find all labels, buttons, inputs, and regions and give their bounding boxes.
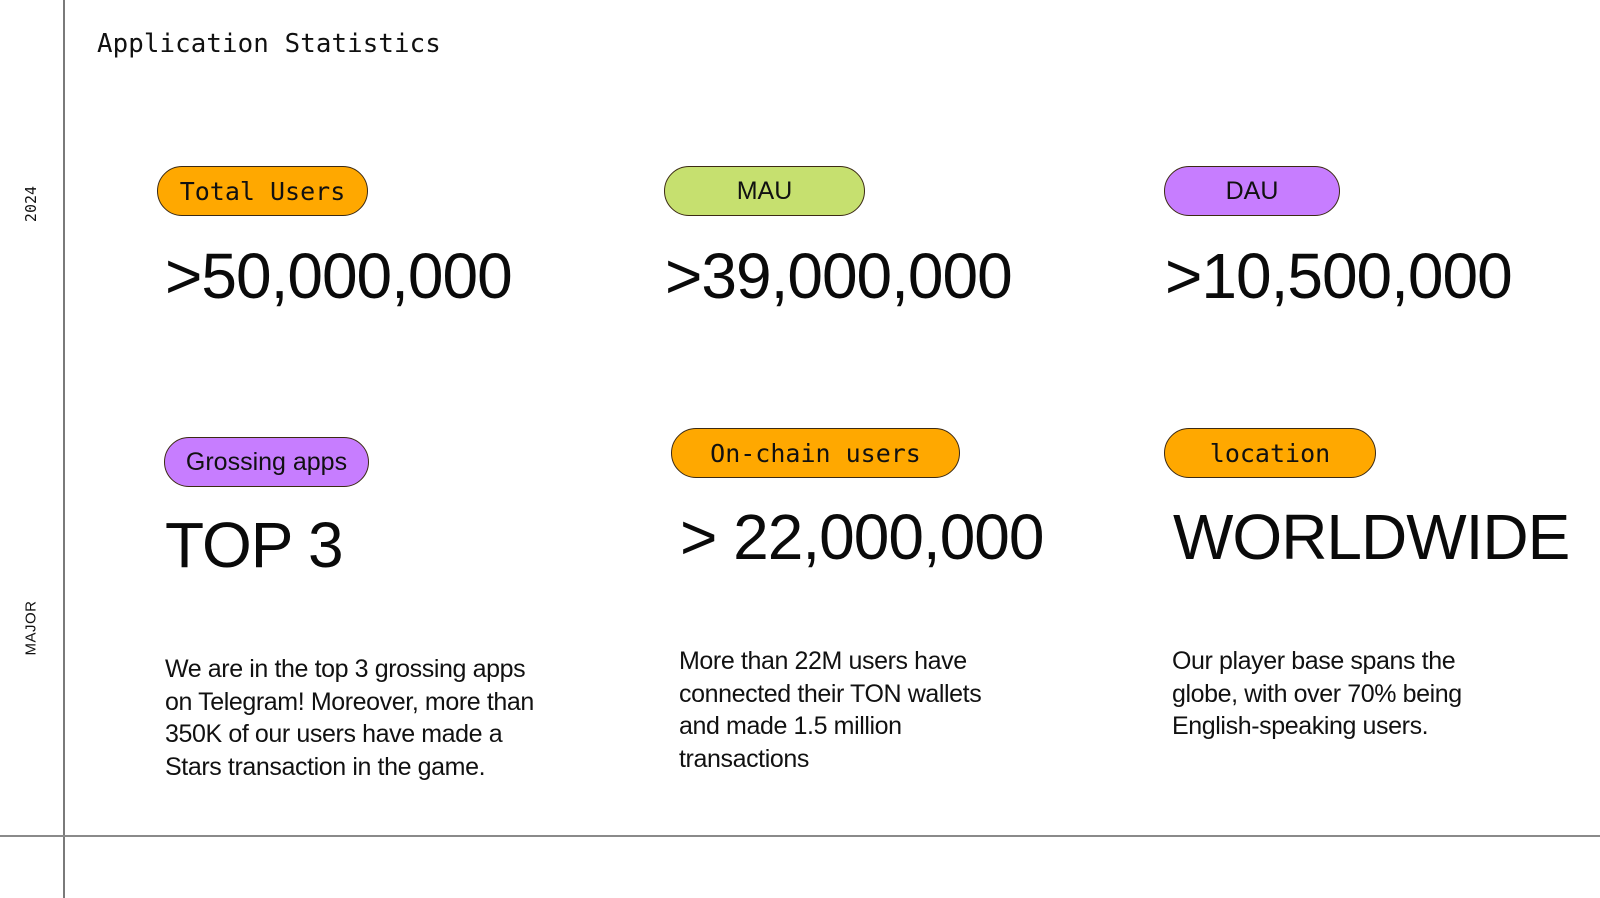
dau-label: DAU bbox=[1225, 176, 1279, 205]
description-line: We are in the top 3 grossing apps bbox=[165, 655, 526, 683]
location-description: Our player base spans the globe, with ov… bbox=[1172, 645, 1462, 743]
vertical-divider bbox=[63, 0, 65, 898]
mau-label: MAU bbox=[736, 176, 793, 205]
location-value: WORLDWIDE bbox=[1173, 501, 1570, 573]
on-chain-users-value: > 22,000,000 bbox=[680, 501, 1044, 573]
page-title: Application Statistics bbox=[97, 29, 441, 59]
total-users-badge: Total Users bbox=[157, 166, 368, 216]
description-line: connected their TON wallets bbox=[679, 679, 982, 708]
grossing-apps-value: TOP 3 bbox=[165, 509, 344, 581]
description-line: transactions bbox=[679, 744, 809, 773]
dau-badge: DAU bbox=[1164, 166, 1340, 216]
total-users-value: >50,000,000 bbox=[165, 240, 513, 312]
location-label: location bbox=[1209, 438, 1331, 468]
side-brand-label: MAJOR bbox=[22, 600, 40, 656]
description-line: and made 1.5 million bbox=[679, 712, 902, 740]
description-line: English-speaking users. bbox=[1172, 712, 1429, 740]
grossing-apps-badge: Grossing apps bbox=[164, 437, 369, 487]
location-badge: location bbox=[1164, 428, 1376, 478]
mau-badge: MAU bbox=[664, 166, 865, 216]
grossing-apps-description: We are in the top 3 grossing apps on Tel… bbox=[165, 653, 534, 783]
on-chain-users-description: More than 22M users have connected their… bbox=[679, 645, 982, 775]
on-chain-users-badge: On-chain users bbox=[671, 428, 960, 478]
dau-value: >10,500,000 bbox=[1165, 240, 1513, 312]
grossing-apps-label: Grossing apps bbox=[185, 447, 348, 476]
description-line: 350K of our users have made a bbox=[165, 720, 503, 748]
mau-value: >39,000,000 bbox=[665, 240, 1013, 312]
description-line: More than 22M users have bbox=[679, 647, 967, 675]
horizontal-divider bbox=[0, 835, 1600, 837]
description-line: Our player base spans the bbox=[1172, 647, 1456, 675]
description-line: Stars transaction in the game. bbox=[165, 752, 486, 781]
on-chain-users-label: On-chain users bbox=[710, 438, 921, 468]
description-line: on Telegram! Moreover, more than bbox=[165, 687, 534, 716]
description-line: globe, with over 70% being bbox=[1172, 679, 1462, 708]
side-year-label: 2024 bbox=[22, 185, 40, 223]
total-users-label: Total Users bbox=[179, 176, 346, 206]
